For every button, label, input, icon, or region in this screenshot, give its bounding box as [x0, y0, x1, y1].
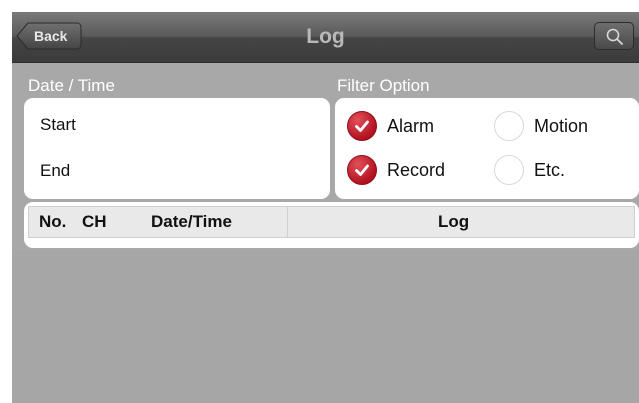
- unchecked-circle-icon: [494, 155, 524, 185]
- date-time-panel: Start End: [24, 98, 330, 199]
- unchecked-circle-icon: [494, 111, 524, 141]
- log-list-area[interactable]: [12, 250, 639, 403]
- column-header-ch: CH: [82, 212, 107, 231]
- page-title: Log: [306, 25, 345, 48]
- filter-option-label: Record: [387, 160, 446, 180]
- column-header-log: Log: [438, 212, 470, 231]
- filter-option-panel: Alarm Motion Record Etc.: [335, 98, 639, 199]
- navigation-bar: Back Log: [12, 12, 639, 63]
- filter-option-label: Alarm: [387, 116, 435, 136]
- search-icon: [606, 28, 624, 46]
- column-header-date-time: Date/Time: [151, 212, 232, 231]
- log-table-header: No. CH Date/Time Log: [28, 206, 635, 238]
- filter-option-motion[interactable]: Motion: [494, 109, 634, 145]
- filter-option-etc[interactable]: Etc.: [494, 153, 634, 189]
- filter-option-label: Motion: [534, 116, 589, 136]
- column-header-no: No.: [39, 212, 67, 231]
- column-header-log-cell: Log: [287, 207, 634, 237]
- filter-option-section-label: Filter Option: [337, 76, 430, 95]
- checkmark-icon: [347, 111, 377, 141]
- search-button[interactable]: [594, 22, 634, 50]
- filter-option-label: Etc.: [534, 160, 566, 180]
- start-label[interactable]: Start: [40, 115, 76, 135]
- checkmark-icon: [347, 155, 377, 185]
- filter-option-record[interactable]: Record: [347, 153, 487, 189]
- app-window: Back Log Date / Time Filter Option Start…: [12, 12, 639, 403]
- end-label[interactable]: End: [40, 161, 70, 181]
- date-time-section-label: Date / Time: [28, 76, 115, 95]
- filter-option-alarm[interactable]: Alarm: [347, 109, 487, 145]
